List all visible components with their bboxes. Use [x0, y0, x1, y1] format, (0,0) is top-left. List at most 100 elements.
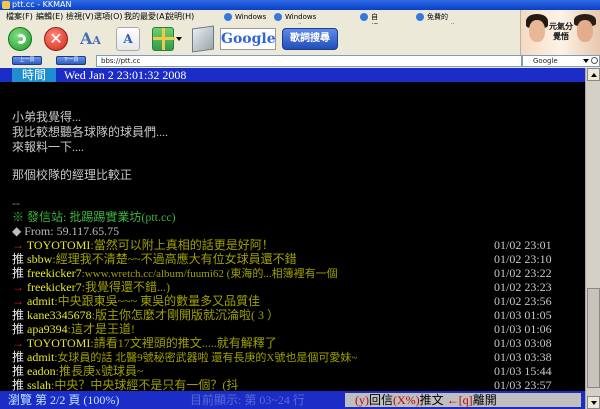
push-row[interactable]: 推 kane3345678:版主你怎麼才剛開版就沉淪啦( 3 ） 01/03 0… [12, 308, 582, 322]
push-user: freekicker7 [27, 266, 82, 280]
push-tag: 推 [12, 350, 25, 364]
push-tag: 推 [12, 364, 25, 378]
push-tag: → [12, 238, 24, 252]
link-windows[interactable]: Windows [224, 12, 266, 22]
push-time: 01/02 23:23 [494, 280, 552, 294]
character-left [529, 20, 545, 42]
push-user: admit [27, 294, 55, 308]
push-row[interactable]: 推 freekicker7:www.wretch.cc/album/fuumi6… [12, 266, 582, 280]
push-tag: → [12, 294, 24, 308]
push-time: 01/02 23:22 [494, 266, 552, 280]
push-time: 01/03 15:44 [494, 364, 552, 378]
push-row[interactable]: → TOYOTOMI:當然可以附上真相的話更是好阿！ 01/02 23:01 [12, 238, 582, 252]
link-custom[interactable]: 自訂連結 [360, 12, 378, 51]
ie-icon [224, 13, 232, 21]
title-bar: ptt.cc - KKMAN [0, 0, 600, 10]
refresh-button[interactable] [8, 27, 32, 51]
character-right [577, 20, 593, 42]
stop-button[interactable]: ✕ [44, 27, 68, 51]
status-browse: 瀏覽 第 2/2 頁 (100%) [8, 393, 120, 407]
bbs-terminal[interactable]: 時間 Wed Jan 2 23:01:32 2008 小弟我覺得... 我比較想… [0, 68, 600, 409]
menu-help[interactable]: 說明(H) [166, 10, 194, 24]
ie-icon [416, 13, 424, 21]
menu-view[interactable]: 檢視(V) [66, 10, 94, 24]
push-row[interactable]: → freekicker7:我覺得還不錯...) 01/02 23:23 [12, 280, 582, 294]
push-tag: 推 [12, 252, 25, 266]
font-color-button[interactable]: A [116, 27, 140, 51]
push-time: 01/03 01:06 [494, 322, 552, 336]
push-user: admit [27, 350, 55, 364]
push-comment: :當然可以附上真相的話更是好阿！ [90, 238, 274, 252]
font-size-icon: AA [80, 29, 101, 48]
menu-file[interactable]: 檔案(F) [6, 10, 33, 24]
signature-from: ◆ From: 59.117.65.75 [12, 224, 120, 238]
brand-logo: 元氣分 覺悟 [520, 10, 600, 60]
push-time: 01/03 01:05 [494, 308, 552, 322]
google-search-box[interactable]: Google [522, 55, 600, 67]
body-line: 小弟我覺得... [12, 110, 82, 124]
push-time: 01/02 23:01 [494, 238, 552, 252]
push-time: 01/03 23:57 [494, 378, 552, 392]
push-comment: :中央？中央球經不是只有一個？(抖 [51, 378, 239, 392]
package-button[interactable] [192, 25, 214, 53]
push-tag: → [12, 336, 24, 350]
font-size-button[interactable]: AA [80, 27, 104, 51]
menu-favorites[interactable]: 我的最愛(A) [124, 10, 168, 24]
push-comment: :中央跟東吳~~~ 東吳的數量多又品質佳 [54, 294, 261, 308]
address-bar[interactable]: bbs://ptt.cc [96, 55, 522, 67]
push-row[interactable]: 推 sslah:中央？中央球經不是只有一個？(抖 01/03 23:57 [12, 378, 582, 392]
google-search-label: Google [533, 57, 558, 65]
header-value: Wed Jan 2 23:01:32 2008 [64, 68, 187, 82]
ie-icon [360, 13, 368, 21]
refresh-icon [16, 34, 26, 44]
lyrics-search-button[interactable]: 歌詞搜尋 [282, 28, 338, 50]
push-row[interactable]: → admit:中央跟東吳~~~ 東吳的數量多又品質佳 01/02 23:56 [12, 294, 582, 308]
search-icon[interactable] [591, 57, 598, 64]
push-row[interactable]: 推 admit:女球員的話 北醫9號秘密武器啦 還有長庚的X號也是個可愛妹~ 0… [12, 350, 582, 364]
push-user: kane3345678 [27, 308, 92, 322]
menu-options[interactable]: 選項(O) [94, 10, 123, 24]
toolbar: ✕ AA A Google 歌詞搜尋 [0, 24, 520, 54]
push-user: eadon [27, 364, 56, 378]
scroll-up-icon[interactable] [587, 68, 600, 81]
push-tag: → [12, 280, 24, 294]
push-row[interactable]: 推 apa9394:這才是王道! 01/03 01:06 [12, 322, 582, 336]
link-windows-media[interactable]: Windows Media [274, 12, 316, 31]
menu-edit[interactable]: 編輯(E) [36, 10, 63, 24]
gift-box-button[interactable] [152, 27, 175, 51]
vertical-scrollbar[interactable] [585, 68, 600, 409]
push-row[interactable]: → TOYOTOMI:請看17文裡頭的推文.....就有解釋了 01/03 03… [12, 336, 582, 350]
ie-icon [274, 13, 282, 21]
push-comment: :版主你怎麼才剛開版就沉淪啦( 3 ） [91, 308, 280, 322]
push-row[interactable]: 推 eadon:推長庚x號球員~ 01/03 15:44 [12, 364, 582, 378]
push-tag: 推 [12, 322, 25, 336]
address-row: 上一頁 下一頁 bbs://ptt.cc [0, 54, 522, 68]
link-hotmail[interactable]: 免費的 Hotmail [416, 12, 454, 31]
push-label[interactable]: 推文 [420, 393, 444, 407]
signature-site: ※ 發信站: 批踢踢實業坊(ptt.cc) [12, 210, 176, 224]
reply-label[interactable]: 回信 [369, 393, 393, 407]
status-showing-lines: 目前顯示: 第 03~24 行 [190, 393, 305, 407]
back-button[interactable]: 上一頁 [12, 56, 42, 65]
push-key: (X%) [393, 393, 420, 407]
push-user: sbbw [27, 252, 53, 266]
leave-label[interactable]: 離開 [473, 393, 497, 407]
stop-icon: ✕ [49, 29, 63, 48]
status-bar: 瀏覽 第 2/2 頁 (100%) 目前顯示: 第 03~24 行 (y)回信(… [0, 391, 585, 409]
chevron-down-icon[interactable] [583, 59, 589, 63]
push-comment: :這才是王道! [67, 322, 136, 336]
scroll-thumb[interactable] [587, 288, 600, 388]
push-tag: 推 [12, 266, 25, 280]
logo-text: 元氣分 覺悟 [549, 22, 573, 41]
google-toolbar-button[interactable]: Google [220, 28, 276, 50]
scroll-down-icon[interactable] [587, 396, 600, 409]
gift-dropdown-icon[interactable] [176, 37, 182, 41]
kkman-window: ptt.cc - KKMAN 檔案(F) 編輯(E) 檢視(V) 選項(O) 我… [0, 0, 600, 409]
push-time: 01/02 23:10 [494, 252, 552, 266]
push-row[interactable]: 推 sbbw:經理我不清楚~~不過高應大有位女球員還不錯 01/02 23:10 [12, 252, 582, 266]
body-line: 那個校隊的經理比較正 [12, 168, 133, 182]
reply-key: (y) [355, 393, 369, 407]
next-button[interactable]: 下一頁 [56, 56, 86, 65]
push-user: apa9394 [27, 322, 68, 336]
window-title: ptt.cc - KKMAN [12, 0, 72, 9]
